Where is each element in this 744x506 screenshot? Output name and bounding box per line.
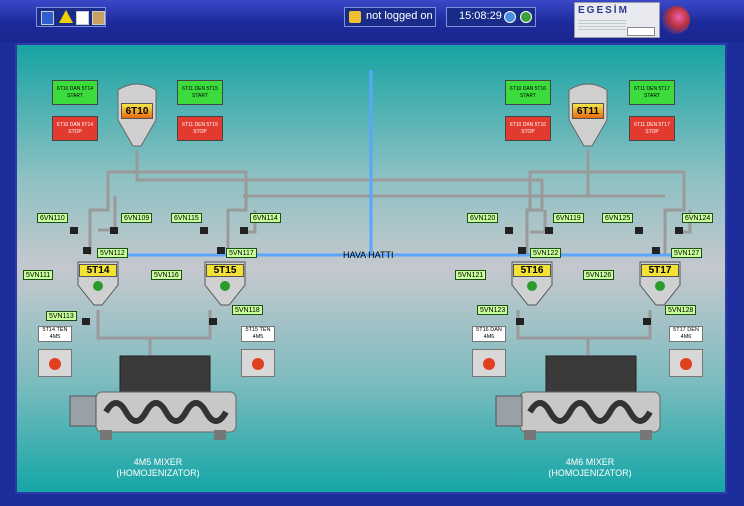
mixer-caption-4m5: 4M5 MIXER (HOMOJENIZATOR) xyxy=(98,457,218,479)
gate-lamp-icon xyxy=(252,358,264,370)
gate-line2: 4M5 xyxy=(49,334,61,340)
valve-5vn116[interactable]: 5VN116 xyxy=(151,270,182,280)
button-line1: 6T10 DAN 5T14 xyxy=(56,86,94,92)
start-button-6t11-5t15[interactable]: 6T11 DEN 5T15 START xyxy=(177,80,223,105)
button-line2: START xyxy=(520,93,536,99)
button-line1: 6T11 DEN 5T15 xyxy=(182,122,218,128)
valve-6vn125[interactable]: 6VN125 xyxy=(602,213,634,223)
valve-5vn118[interactable]: 5VN118 xyxy=(232,305,263,315)
mixer-type: (HOMOJENIZATOR) xyxy=(548,468,632,478)
gate-line1: 5T15 TEN xyxy=(245,327,271,333)
gate-label-5t15-4m5[interactable]: 5T15 TEN 4M5 xyxy=(241,326,275,342)
button-line2: STOP xyxy=(521,129,535,135)
valve-5vn123[interactable]: 5VN123 xyxy=(477,305,509,315)
mixer-name: 4M5 MIXER xyxy=(133,457,183,467)
button-line1: 6T11 DEN 5T17 xyxy=(634,122,670,128)
button-line1: 6T10 DAN 5T14 xyxy=(56,122,94,128)
discharge-gate-5t15[interactable] xyxy=(241,349,275,377)
tank-label-5t14[interactable]: 5T14 xyxy=(79,264,117,277)
start-button-6t10-5t16[interactable]: 6T10 DAN 5T16 START xyxy=(505,80,551,105)
mixer-caption-4m6: 4M6 MIXER (HOMOJENIZATOR) xyxy=(530,457,650,479)
button-line1: 6T11 DEN 5T17 xyxy=(634,86,670,92)
gate-lamp-icon xyxy=(483,358,495,370)
discharge-gate-5t17[interactable] xyxy=(669,349,703,377)
valve-6vn119[interactable]: 6VN119 xyxy=(553,213,584,223)
tank-label-5t16[interactable]: 5T16 xyxy=(513,264,551,277)
valve-5vn121[interactable]: 5VN121 xyxy=(455,270,487,280)
gate-label-5t16-4m6[interactable]: 5T16 DAN 4M6 xyxy=(472,326,506,342)
tank-label-5t15[interactable]: 5T15 xyxy=(206,264,244,277)
valve-6vn114[interactable]: 6VN114 xyxy=(250,213,281,223)
gate-line1: 5T14 TEN xyxy=(42,327,68,333)
air-line-label: HAVA HATTI xyxy=(343,250,394,260)
gate-line2: 4M6 xyxy=(483,334,495,340)
valve-6vn115[interactable]: 6VN115 xyxy=(171,213,202,223)
gate-label-5t14-4m5[interactable]: 5T14 TEN 4M5 xyxy=(38,326,72,342)
valve-5vn113[interactable]: 5VN113 xyxy=(46,311,77,321)
button-line1: 6T11 DEN 5T15 xyxy=(182,86,218,92)
button-line1: 6T10 DAN 5T16 xyxy=(509,122,547,128)
mixer-4m5 xyxy=(69,355,237,440)
gate-lamp-icon xyxy=(49,358,61,370)
valve-5vn112[interactable]: 5VN112 xyxy=(97,248,128,258)
stop-button-6t10-5t14[interactable]: 6T10 DAN 5T14 STOP xyxy=(52,116,98,141)
discharge-gate-5t16[interactable] xyxy=(472,349,506,377)
valve-5vn128[interactable]: 5VN128 xyxy=(665,305,697,315)
tank-label-5t17[interactable]: 5T17 xyxy=(641,264,679,277)
valve-6vn120[interactable]: 6VN120 xyxy=(467,213,499,223)
button-line2: STOP xyxy=(68,129,82,135)
gate-label-5t17-4m6[interactable]: 5T17 DEN 4M6 xyxy=(669,326,703,342)
mixer-type: (HOMOJENIZATOR) xyxy=(116,468,200,478)
button-line2: STOP xyxy=(193,129,207,135)
start-button-6t11-5t17[interactable]: 6T11 DEN 5T17 START xyxy=(629,80,675,105)
valve-5vn127[interactable]: 5VN127 xyxy=(671,248,703,258)
discharge-gate-5t14[interactable] xyxy=(38,349,72,377)
gate-line2: 4M5 xyxy=(252,334,264,340)
stop-button-6t11-5t15[interactable]: 6T11 DEN 5T15 STOP xyxy=(177,116,223,141)
button-line2: STOP xyxy=(645,129,659,135)
button-line1: 6T10 DAN 5T16 xyxy=(509,86,547,92)
gate-lamp-icon xyxy=(680,358,692,370)
stop-button-6t10-5t16[interactable]: 6T10 DAN 5T16 STOP xyxy=(505,116,551,141)
valve-6vn110[interactable]: 6VN110 xyxy=(37,213,68,223)
mixer-4m6 xyxy=(495,355,661,440)
button-line2: START xyxy=(67,93,83,99)
mixer-name: 4M6 MIXER xyxy=(565,457,615,467)
gate-line2: 4M6 xyxy=(680,334,692,340)
silo-label-6t11[interactable]: 6T11 xyxy=(572,103,604,119)
stop-button-6t11-5t17[interactable]: 6T11 DEN 5T17 STOP xyxy=(629,116,675,141)
valve-5vn111[interactable]: 5VN111 xyxy=(23,270,54,280)
start-button-6t10-5t14[interactable]: 6T10 DAN 5T14 START xyxy=(52,80,98,105)
valve-5vn122[interactable]: 5VN122 xyxy=(530,248,562,258)
valve-5vn126[interactable]: 5VN126 xyxy=(583,270,615,280)
silo-label-6t10[interactable]: 6T10 xyxy=(121,103,153,119)
valve-6vn109[interactable]: 6VN109 xyxy=(121,213,153,223)
gate-line1: 5T16 DAN xyxy=(476,327,502,333)
button-line2: START xyxy=(644,93,660,99)
button-line2: START xyxy=(192,93,208,99)
valve-6vn124[interactable]: 6VN124 xyxy=(682,213,714,223)
valve-5vn117[interactable]: 5VN117 xyxy=(226,248,257,258)
gate-line1: 5T17 DEN xyxy=(673,327,699,333)
